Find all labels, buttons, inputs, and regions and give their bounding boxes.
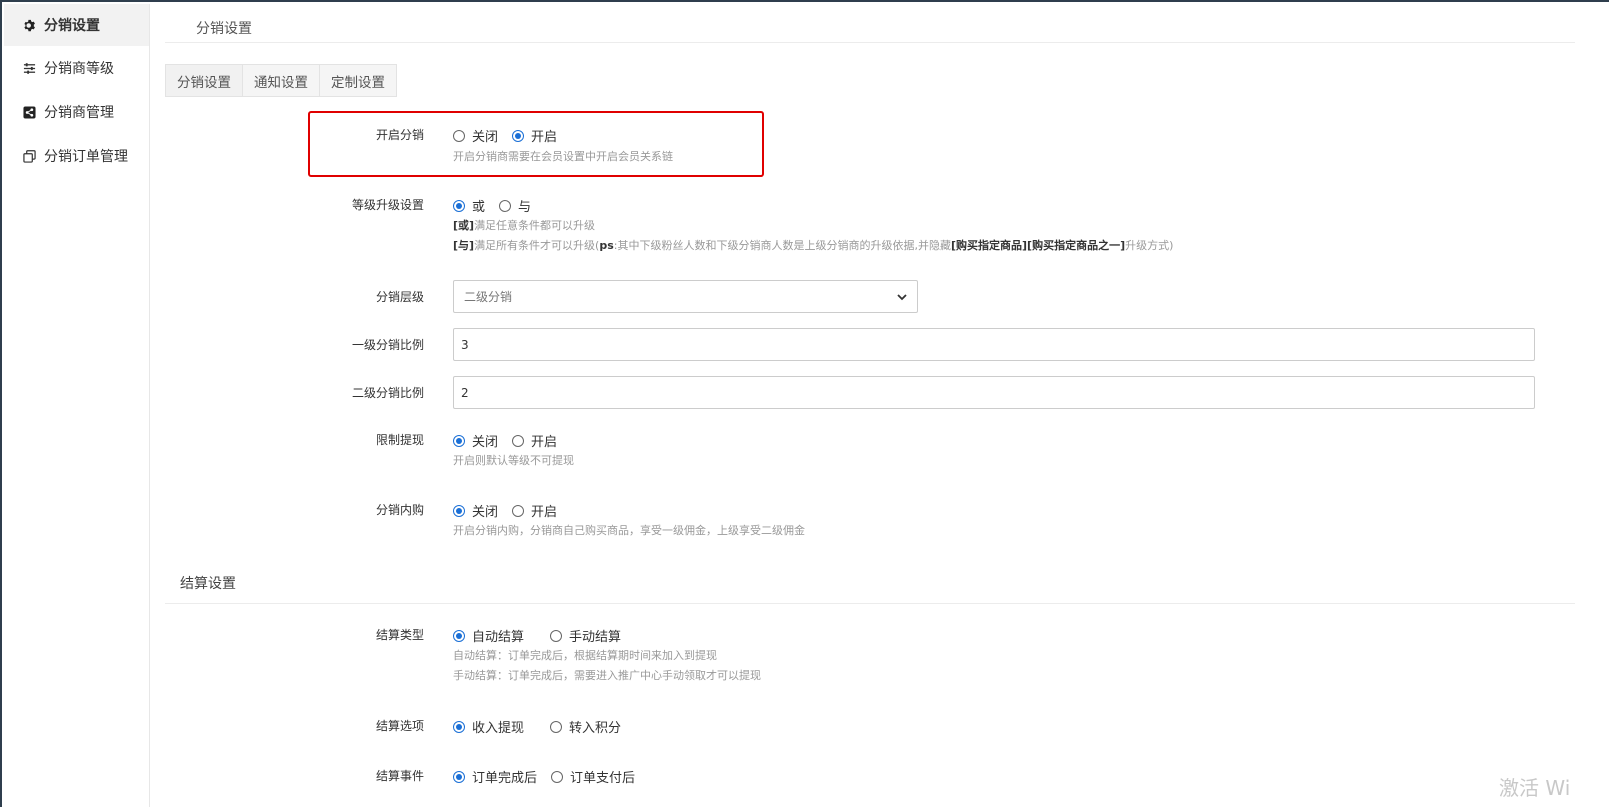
sidebar: 分销设置 分销商等级 分销商管理 分销订单管理 [4, 4, 150, 807]
sidebar-item-distributor-management[interactable]: 分销商管理 [4, 90, 149, 134]
help-text-auto: 自动结算：订单完成后，根据结算期时间来加入到提现 [453, 649, 717, 662]
radio-manual-settle[interactable]: 手动结算 [550, 626, 621, 645]
level-select[interactable]: 二级分销 [453, 280, 918, 313]
radio-label: 手动结算 [569, 630, 622, 645]
radio-limit-off[interactable]: 关闭 [453, 431, 498, 450]
radio-dot [550, 629, 563, 642]
title-divider [165, 42, 1575, 43]
form-label: 一级分销比例 [351, 338, 424, 352]
tab-custom-settings[interactable]: 定制设置 [320, 64, 397, 97]
radio-label: 与 [518, 200, 532, 215]
radio-after-complete[interactable]: 订单完成后 [453, 767, 537, 786]
radio-label: 开启 [531, 505, 558, 520]
radio-label: 关闭 [472, 435, 499, 450]
level2-ratio-input[interactable]: 2 [453, 376, 1535, 409]
form-label: 等级升级设置 [351, 198, 424, 212]
radio-dot [512, 434, 525, 447]
section-title-settlement: 结算设置 [180, 576, 236, 592]
radio-income-withdraw[interactable]: 收入提现 [453, 717, 524, 736]
radio-label: 订单完成后 [472, 771, 538, 786]
help-text-manual: 手动结算：订单完成后，需要进入推广中心手动领取才可以提现 [453, 669, 761, 682]
chevron-down-icon [897, 290, 907, 304]
help-text-and: [与]满足所有条件才可以升级(ps:其中下级粉丝人数和下级分销商人数是上级分销商… [453, 239, 1174, 252]
form-label: 结算类型 [375, 628, 424, 642]
section-divider [165, 603, 1575, 604]
sidebar-item-label: 分销设置 [44, 18, 100, 34]
radio-dot [550, 720, 563, 733]
form-label: 结算选项 [375, 719, 424, 733]
radio-dot [453, 770, 465, 783]
upgrade-radio-group: 或 与 [453, 196, 1173, 215]
radio-dot [512, 504, 525, 517]
settings-tabs: 分销设置 通知设置 定制设置 [165, 64, 397, 97]
sliders-icon [22, 61, 36, 75]
radio-dot [453, 629, 465, 642]
annotation-highlight-box [308, 111, 764, 177]
radio-dot [453, 720, 465, 733]
radio-label: 转入积分 [569, 721, 622, 736]
sidebar-item-distribution-settings[interactable]: 分销设置 [4, 4, 149, 46]
radio-dot [453, 434, 465, 447]
radio-dot [499, 199, 512, 212]
radio-auto-settle[interactable]: 自动结算 [453, 626, 524, 645]
sidebar-item-label: 分销商管理 [44, 105, 114, 121]
form-label: 分销层级 [375, 290, 424, 304]
radio-self-off[interactable]: 关闭 [453, 501, 498, 520]
radio-label: 或 [472, 200, 486, 215]
tab-notification-settings[interactable]: 通知设置 [243, 64, 320, 97]
radio-upgrade-and[interactable]: 与 [499, 196, 531, 215]
help-text: 开启则默认等级不可提现 [453, 454, 574, 467]
level1-ratio-input[interactable]: 3 [453, 328, 1535, 361]
radio-dot [551, 770, 564, 783]
sidebar-item-distributor-levels[interactable]: 分销商等级 [4, 46, 149, 90]
activation-watermark: 激活 Wi [1499, 776, 1571, 800]
form-label: 分销内购 [375, 503, 424, 517]
app-frame: 分销设置 分销商等级 分销商管理 分销订单管理 分销设置 分销设置 通知设置 定… [0, 0, 1609, 807]
tab-distribution-settings[interactable]: 分销设置 [165, 64, 243, 97]
gear-icon [22, 18, 36, 32]
limit-withdraw-radio-group: 关闭 开启 [453, 431, 574, 450]
form-label: 结算事件 [375, 769, 424, 783]
radio-limit-on[interactable]: 开启 [512, 431, 557, 450]
radio-self-on[interactable]: 开启 [512, 501, 557, 520]
settlement-type-radio-group: 自动结算 手动结算 [453, 626, 761, 645]
page-title: 分销设置 [196, 21, 252, 37]
radio-label: 订单支付后 [570, 771, 636, 786]
help-text-or: [或]满足任意条件都可以升级 [453, 219, 596, 232]
sidebar-item-label: 分销订单管理 [44, 149, 128, 165]
select-value: 二级分销 [464, 290, 513, 304]
help-text: 开启分销内购，分销商自己购买商品，享受一级佣金，上级享受二级佣金 [453, 524, 805, 537]
radio-upgrade-or[interactable]: 或 [453, 196, 485, 215]
sidebar-item-label: 分销商等级 [44, 61, 114, 77]
radio-label: 自动结算 [472, 630, 525, 645]
sidebar-item-distribution-orders[interactable]: 分销订单管理 [4, 134, 149, 178]
radio-label: 收入提现 [472, 721, 525, 736]
radio-dot [453, 504, 465, 517]
self-purchase-radio-group: 关闭 开启 [453, 501, 805, 520]
form-label: 限制提现 [375, 433, 424, 447]
form-label: 二级分销比例 [351, 386, 424, 400]
settlement-option-radio-group: 收入提现 转入积分 [453, 717, 635, 736]
radio-dot [453, 199, 465, 212]
share-icon [22, 105, 36, 119]
copy-icon [22, 149, 36, 163]
radio-transfer-points[interactable]: 转入积分 [550, 717, 621, 736]
radio-after-payment[interactable]: 订单支付后 [551, 767, 635, 786]
settlement-event-radio-group: 订单完成后 订单支付后 [453, 767, 649, 786]
radio-label: 关闭 [472, 505, 499, 520]
radio-label: 开启 [531, 435, 558, 450]
